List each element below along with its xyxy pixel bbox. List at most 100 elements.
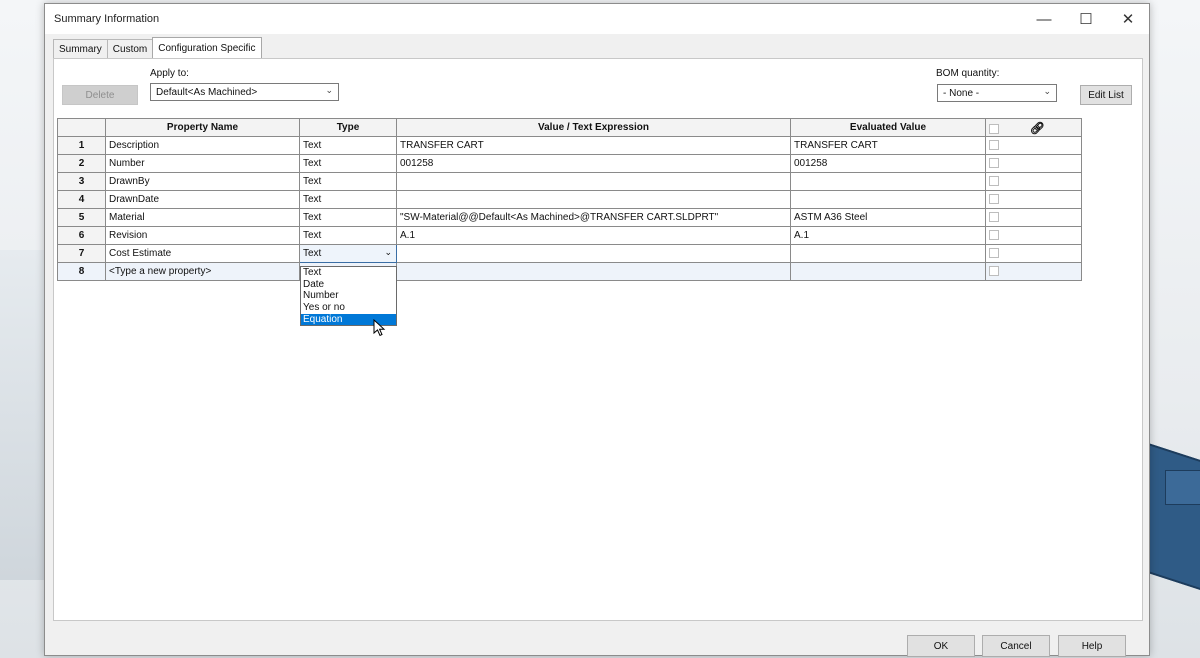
link-checkbox[interactable] [989,212,999,223]
dropdown-option-yes-or-no[interactable]: Yes or no [301,302,396,314]
evaluated-value-header[interactable]: Evaluated Value [790,118,986,137]
close-icon[interactable]: ✕ [1107,4,1149,34]
dropdown-option-text[interactable]: Text [301,267,396,279]
bom-quantity-label: BOM quantity: [936,68,1000,79]
dropdown-option-number[interactable]: Number [301,290,396,302]
value-cell[interactable]: 001258 [396,154,791,173]
row-number: 5 [57,208,106,227]
tab-custom[interactable]: Custom [106,39,154,58]
link-cell[interactable] [985,190,1082,209]
value-expression-header[interactable]: Value / Text Expression [396,118,791,137]
delete-button[interactable]: Delete [62,85,138,105]
row-number: 3 [57,172,106,191]
type-header[interactable]: Type [299,118,397,137]
value-cell[interactable]: "SW-Material@@Default<As Machined>@TRANS… [396,208,791,227]
type-cell[interactable]: Text [299,136,397,155]
evaluated-cell: TRANSFER CART [790,136,986,155]
link-cell[interactable] [985,244,1082,263]
maximize-icon[interactable]: ☐ [1065,4,1107,34]
link-cell[interactable] [985,208,1082,227]
link-cell[interactable] [985,136,1082,155]
value-cell[interactable] [396,190,791,209]
link-checkbox[interactable] [989,176,999,187]
value-cell[interactable] [396,172,791,191]
row-number: 8 [57,262,106,281]
link-cell[interactable] [985,172,1082,191]
evaluated-cell [790,262,986,281]
row-number: 2 [57,154,106,173]
tab-summary[interactable]: Summary [53,39,108,58]
link-icon: 🔗︎ [1029,120,1046,135]
ok-button[interactable]: OK [907,635,975,657]
value-cell[interactable]: A.1 [396,226,791,245]
type-select[interactable]: Text ⌄ [299,244,397,263]
type-cell[interactable]: Text [299,208,397,227]
type-cell[interactable]: Text [299,154,397,173]
evaluated-cell: 001258 [790,154,986,173]
property-name-cell[interactable]: Number [105,154,300,173]
type-dropdown-list: Text Date Number Yes or no Equation [300,266,397,327]
row-number: 4 [57,190,106,209]
table-row[interactable]: 2 Number Text 001258 001258 [57,154,1082,173]
row-number: 6 [57,226,106,245]
select-all-checkbox[interactable] [989,123,999,134]
link-cell[interactable] [985,262,1082,281]
configuration-specific-panel: Delete Apply to: Default<As Machined> ⌄ … [53,58,1143,621]
dropdown-option-date[interactable]: Date [301,279,396,291]
row-number: 1 [57,136,106,155]
link-checkbox[interactable] [989,248,999,259]
evaluated-cell [790,244,986,263]
link-cell[interactable] [985,154,1082,173]
table-row[interactable]: 6 Revision Text A.1 A.1 [57,226,1082,245]
cancel-button[interactable]: Cancel [982,635,1050,657]
value-cell[interactable] [396,262,791,281]
properties-table: Property Name Type Value / Text Expressi… [57,118,1082,281]
evaluated-cell [790,190,986,209]
property-name-cell[interactable]: Revision [105,226,300,245]
property-name-cell[interactable]: Material [105,208,300,227]
evaluated-cell [790,172,986,191]
chevron-down-icon: ⌄ [1043,86,1051,96]
table-row[interactable]: 7 Cost Estimate Text ⌄ [57,244,1082,263]
tab-strip: Summary Custom Configuration Specific [53,37,262,58]
chevron-down-icon: ⌄ [384,247,392,257]
background-3d-part-detail [1165,470,1200,505]
edit-list-button[interactable]: Edit List [1080,85,1132,105]
type-cell[interactable]: Text [299,172,397,191]
table-row[interactable]: 4 DrawnDate Text [57,190,1082,209]
table-row[interactable]: 8 <Type a new property> [57,262,1082,281]
mouse-cursor-icon [373,319,386,337]
tab-configuration-specific[interactable]: Configuration Specific [152,37,262,58]
property-name-header[interactable]: Property Name [105,118,300,137]
property-name-cell[interactable]: Cost Estimate [105,244,300,263]
value-cell[interactable] [396,244,791,263]
link-checkbox[interactable] [989,194,999,205]
type-select-value: Text [303,248,322,259]
table-row[interactable]: 1 Description Text TRANSFER CART TRANSFE… [57,136,1082,155]
link-cell[interactable] [985,226,1082,245]
property-name-cell[interactable]: Description [105,136,300,155]
type-cell[interactable]: Text [299,226,397,245]
summary-information-dialog: Summary Information — ☐ ✕ Summary Custom… [44,3,1150,657]
row-number-header [57,118,106,137]
type-cell[interactable]: Text [299,190,397,209]
table-row[interactable]: 3 DrawnBy Text [57,172,1082,191]
help-button[interactable]: Help [1058,635,1126,657]
apply-to-select[interactable]: Default<As Machined> ⌄ [150,83,339,101]
bom-quantity-value: - None - [943,87,980,99]
link-checkbox[interactable] [989,266,999,277]
link-checkbox[interactable] [989,230,999,241]
table-row[interactable]: 5 Material Text "SW-Material@@Default<As… [57,208,1082,227]
property-name-cell[interactable]: DrawnBy [105,172,300,191]
minimize-icon[interactable]: — [1023,4,1065,34]
bom-quantity-select[interactable]: - None - ⌄ [937,84,1057,102]
evaluated-cell: A.1 [790,226,986,245]
property-name-cell[interactable]: DrawnDate [105,190,300,209]
new-property-cell[interactable]: <Type a new property> [105,262,300,281]
link-header[interactable]: 🔗︎ [985,118,1082,137]
value-cell[interactable]: TRANSFER CART [396,136,791,155]
row-number: 7 [57,244,106,263]
chevron-down-icon: ⌄ [325,85,333,95]
link-checkbox[interactable] [989,140,999,151]
link-checkbox[interactable] [989,158,999,169]
